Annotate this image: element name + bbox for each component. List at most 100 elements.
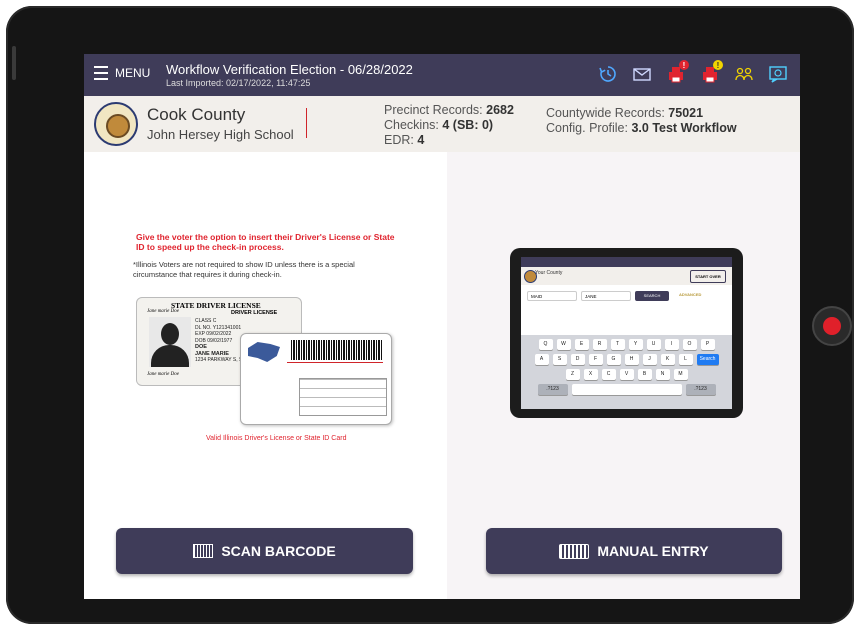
keyboard-key: Y bbox=[628, 339, 643, 350]
keyboard-key: R bbox=[592, 339, 607, 350]
toolbar-icons: ! ! bbox=[598, 60, 788, 84]
tablet-illustration: Your County START OVER MAID JANE SEARCH … bbox=[510, 248, 743, 418]
keyboard-row-3: ZXCVBNM bbox=[521, 369, 732, 380]
county-header: Cook County John Hersey High School Prec… bbox=[84, 96, 800, 153]
record-button[interactable] bbox=[812, 306, 852, 346]
keyboard-key: M bbox=[673, 369, 688, 380]
keyboard-search-key: Search bbox=[696, 354, 719, 365]
tablet-start-over: START OVER bbox=[690, 270, 726, 283]
keyboard-key: J bbox=[642, 354, 657, 365]
app-screen: MENU Workflow Verification Election - 06… bbox=[84, 54, 800, 599]
last-imported: Last Imported: 02/17/2022, 11:47:25 bbox=[166, 78, 311, 88]
keyboard-key: O bbox=[682, 339, 697, 350]
keyboard-key: L bbox=[678, 354, 693, 365]
top-bar: MENU Workflow Verification Election - 06… bbox=[84, 54, 800, 96]
menu-icon bbox=[94, 66, 108, 80]
scan-barcode-button[interactable]: SCAN BARCODE bbox=[116, 528, 413, 574]
tablet-first-name-field: JANE bbox=[581, 291, 631, 301]
users-icon[interactable] bbox=[734, 64, 754, 84]
keyboard-key: S bbox=[552, 354, 567, 365]
manual-entry-label: MANUAL ENTRY bbox=[597, 543, 709, 559]
keyboard-key: T bbox=[610, 339, 625, 350]
keyboard-key: Z bbox=[565, 369, 580, 380]
tablet-topbar bbox=[521, 257, 732, 267]
edr: EDR: 4 bbox=[384, 133, 425, 147]
alert-badge: ! bbox=[679, 60, 689, 70]
warning-badge: ! bbox=[713, 60, 723, 70]
key-123: .?123 bbox=[537, 384, 568, 395]
license-barcode bbox=[291, 340, 383, 360]
license-signature-bottom: Jane marie Doe bbox=[147, 372, 179, 377]
keyboard-key: D bbox=[570, 354, 585, 365]
license-subtitle: DRIVER LICENSE bbox=[231, 310, 278, 316]
menu-button[interactable]: MENU bbox=[94, 66, 150, 80]
id-note: *Illinois Voters are not required to sho… bbox=[133, 260, 355, 279]
config-profile: Config. Profile: 3.0 Test Workflow bbox=[546, 121, 737, 135]
keyboard-row-1: QWERTYUIOP bbox=[521, 339, 732, 350]
county-block: Cook County John Hersey High School bbox=[147, 105, 294, 142]
license-illustration: STATE DRIVER LICENSE DRIVER LICENSE Jane… bbox=[136, 297, 398, 437]
county-name: Cook County bbox=[147, 105, 246, 124]
manual-entry-panel: Your County START OVER MAID JANE SEARCH … bbox=[447, 152, 800, 599]
precinct-records: Precinct Records: 2682 bbox=[384, 103, 514, 117]
election-title: Workflow Verification Election - 06/28/2… bbox=[166, 62, 413, 77]
side-button bbox=[12, 46, 16, 80]
scan-panel: Give the voter the option to insert thei… bbox=[84, 152, 447, 599]
keyboard-key: G bbox=[606, 354, 621, 365]
printer-warning-icon[interactable]: ! bbox=[700, 60, 723, 84]
keyboard-key: X bbox=[583, 369, 598, 380]
checkins: Checkins: 4 (SB: 0) bbox=[384, 118, 494, 132]
keyboard-key: A bbox=[534, 354, 549, 365]
tablet-advanced: ADVANCED bbox=[679, 292, 702, 297]
scan-instruction: Give the voter the option to insert thei… bbox=[136, 232, 395, 252]
scan-barcode-label: SCAN BARCODE bbox=[221, 543, 336, 559]
keyboard-key: W bbox=[556, 339, 571, 350]
history-icon[interactable] bbox=[598, 64, 618, 84]
license-back-table bbox=[299, 378, 387, 416]
tablet-subheader: Your County START OVER bbox=[521, 267, 732, 285]
keyboard-key: P bbox=[700, 339, 715, 350]
keyboard-key: I bbox=[664, 339, 679, 350]
keyboard-key: U bbox=[646, 339, 661, 350]
election-title-block: Workflow Verification Election - 06/28/2… bbox=[166, 62, 413, 88]
header-divider bbox=[306, 108, 307, 138]
polling-location: John Hersey High School bbox=[147, 127, 294, 142]
barcode-icon bbox=[193, 544, 214, 558]
keyboard-key: N bbox=[655, 369, 670, 380]
keyboard-key: K bbox=[660, 354, 675, 365]
manual-entry-button[interactable]: MANUAL ENTRY bbox=[486, 528, 782, 574]
barcode-highlight bbox=[287, 362, 383, 363]
keyboard-icon bbox=[559, 543, 590, 559]
keyboard-key: Q bbox=[538, 339, 553, 350]
license-photo bbox=[149, 317, 191, 367]
key-123-right: .?123 bbox=[685, 384, 716, 395]
printer-alert-icon[interactable]: ! bbox=[666, 60, 689, 84]
tablet-search-button: SEARCH bbox=[635, 291, 669, 301]
tablet-last-name-field: MAID bbox=[527, 291, 577, 301]
county-seal bbox=[94, 102, 138, 146]
keyboard-key: E bbox=[574, 339, 589, 350]
keyboard-key: V bbox=[619, 369, 634, 380]
keyboard-key: H bbox=[624, 354, 639, 365]
chat-icon[interactable] bbox=[768, 64, 788, 84]
keyboard-key: C bbox=[601, 369, 616, 380]
keyboard-row-2: A S D F G H J K L Search bbox=[521, 354, 732, 365]
keyboard-key: F bbox=[588, 354, 603, 365]
tablet-keyboard: QWERTYUIOP A S D F G H J K L Search ZXCVBNM .?123… bbox=[521, 335, 732, 409]
us-map-icon bbox=[248, 342, 280, 362]
keyboard-key: B bbox=[637, 369, 652, 380]
tablet-frame: MENU Workflow Verification Election - 06… bbox=[6, 6, 854, 624]
precinct-stats: Precinct Records: 2682 Checkins: 4 (SB: … bbox=[384, 103, 514, 148]
tablet-illustration-screen: Your County START OVER MAID JANE SEARCH … bbox=[521, 257, 732, 409]
license-title: STATE DRIVER LICENSE bbox=[171, 301, 261, 310]
menu-label: MENU bbox=[115, 66, 151, 80]
license-caption: Valid Illinois Driver's License or State… bbox=[206, 435, 347, 442]
mail-icon[interactable] bbox=[632, 64, 652, 84]
key-space bbox=[571, 384, 682, 395]
countywide-records: Countywide Records: 75021 bbox=[546, 106, 704, 120]
license-back bbox=[240, 333, 392, 425]
license-signature: Jane marie Doe bbox=[147, 309, 179, 314]
county-stats: Countywide Records: 75021 Config. Profil… bbox=[546, 106, 737, 136]
tablet-county: Your County bbox=[535, 270, 563, 276]
keyboard-row-4: .?123 .?123 bbox=[521, 384, 732, 395]
